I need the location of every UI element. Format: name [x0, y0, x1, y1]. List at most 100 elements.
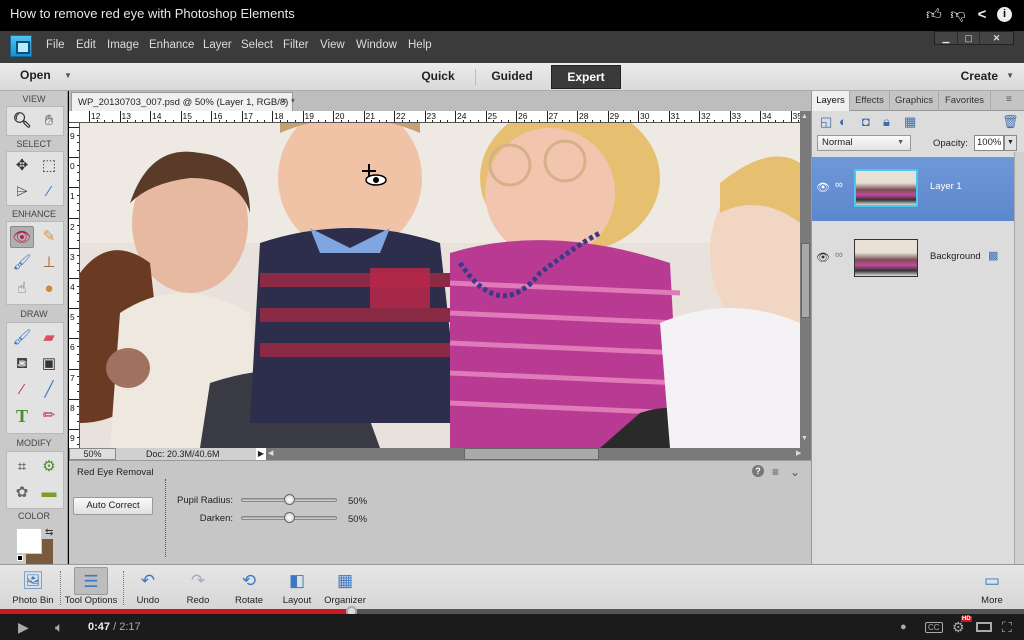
scroll-left-icon[interactable]: ◀ — [268, 448, 273, 460]
mode-tab-quick[interactable]: Quick — [405, 65, 471, 89]
open-button[interactable]: Open — [20, 68, 51, 82]
quick-selection-tool-icon[interactable]: ⁄ — [37, 181, 61, 203]
options-menu-icon[interactable]: ≡ — [772, 465, 779, 479]
darken-slider-thumb[interactable] — [283, 512, 295, 523]
default-colors-icon[interactable] — [17, 555, 23, 561]
move-tool-icon[interactable]: ✥ — [10, 155, 34, 177]
watch-later-icon[interactable]: ● — [900, 621, 907, 633]
play-icon[interactable]: ▶ — [18, 619, 29, 636]
smart-brush-tool-icon[interactable]: 🖌︎ — [10, 252, 34, 274]
menu-select[interactable]: Select — [241, 39, 273, 51]
create-button[interactable]: Create — [961, 69, 998, 83]
create-dropdown-icon[interactable]: ▼ — [1006, 71, 1014, 80]
opacity-input[interactable]: 100% — [974, 135, 1004, 151]
marquee-tool-icon[interactable]: ⬚ — [37, 155, 61, 177]
eraser-tool-icon[interactable]: ▰ — [37, 327, 61, 349]
straighten-tool-icon[interactable]: ▬ — [37, 482, 61, 504]
share-icon[interactable]: < — [973, 6, 991, 24]
mode-tab-expert[interactable]: Expert — [551, 65, 621, 89]
zoom-level-field[interactable]: 50% — [69, 448, 116, 460]
minimize-button[interactable]: ▁ — [935, 32, 957, 45]
link-icon[interactable]: ∞ — [835, 249, 843, 261]
document-tab[interactable]: WP_20130703_007.psd @ 50% (Layer 1, RGB/… — [71, 92, 295, 111]
tool-options-button[interactable]: ☰ Tool Options — [62, 567, 120, 609]
lasso-tool-icon[interactable]: ⌲ — [10, 181, 34, 203]
mode-tab-guided[interactable]: Guided — [479, 65, 545, 89]
link-icon[interactable]: ∞ — [835, 179, 843, 191]
visibility-eye-icon[interactable]: 👁︎ — [816, 251, 830, 264]
redo-button[interactable]: ↷ Redo — [178, 567, 218, 609]
panel-menu-icon[interactable]: ≡ — [1006, 94, 1012, 105]
crop-tool-icon[interactable]: ⌗ — [10, 456, 34, 478]
close-document-icon[interactable]: × — [281, 96, 287, 107]
more-button[interactable]: ▭ More — [972, 567, 1012, 609]
new-layer-icon[interactable]: ◱ — [820, 114, 832, 130]
info-icon[interactable]: i — [997, 7, 1012, 22]
scroll-right-icon[interactable]: ▶ — [796, 448, 801, 460]
close-button[interactable]: ✕ — [979, 32, 1013, 45]
vertical-scrollbar[interactable]: ▲ ▼ — [800, 111, 811, 448]
menu-edit[interactable]: Edit — [76, 39, 96, 51]
red-eye-removal-tool-icon[interactable]: 👁︎ — [10, 226, 34, 248]
open-dropdown-icon[interactable]: ▼ — [64, 71, 72, 80]
blend-mode-select[interactable]: Normal ▼ — [817, 135, 911, 151]
clone-stamp-tool-icon[interactable]: ⊥ — [37, 252, 61, 274]
theater-mode-icon[interactable] — [976, 622, 992, 632]
tab-favorites[interactable]: Favorites — [939, 91, 991, 111]
status-menu-arrow-icon[interactable]: ▶ — [256, 448, 266, 460]
thumbs-up-icon[interactable]: 👍︎ — [925, 6, 943, 24]
adjustment-layer-icon[interactable]: ◐ — [839, 114, 847, 129]
menu-help[interactable]: Help — [408, 39, 432, 51]
swap-colors-icon[interactable]: ⇆ — [45, 527, 53, 538]
layer-row-layer-1[interactable]: 👁︎ ∞ Layer 1 — [812, 157, 1014, 221]
menu-window[interactable]: Window — [356, 39, 397, 51]
opacity-dropdown-icon[interactable]: ▼ — [1004, 135, 1017, 151]
rotate-button[interactable]: ⟲ Rotate — [228, 567, 270, 609]
tab-graphics[interactable]: Graphics — [890, 91, 939, 111]
menu-file[interactable]: File — [46, 39, 65, 51]
collapse-chevron-icon[interactable]: ⌄ — [790, 465, 800, 479]
captions-icon[interactable]: CC — [925, 622, 943, 633]
hand-tool-icon[interactable]: ✋︎ — [37, 110, 61, 132]
lock-all-icon[interactable]: 🔒︎ — [883, 114, 890, 130]
panel-scrollbar[interactable] — [1014, 152, 1024, 564]
menu-image[interactable]: Image — [107, 39, 139, 51]
menu-filter[interactable]: Filter — [283, 39, 309, 51]
foreground-color-swatch[interactable] — [16, 528, 42, 554]
volume-icon[interactable]: 🔈︎ — [55, 619, 63, 636]
lock-transparency-icon[interactable]: ▦ — [904, 114, 916, 130]
brush-tool-icon[interactable]: 🖌︎ — [10, 327, 34, 349]
gradient-tool-icon[interactable]: ▣ — [37, 353, 61, 375]
blur-tool-icon[interactable]: ☝︎ — [10, 278, 34, 300]
sponge-tool-icon[interactable]: ● — [37, 278, 61, 300]
menu-layer[interactable]: Layer — [203, 39, 232, 51]
thumbs-down-icon[interactable]: 👎︎ — [949, 6, 967, 24]
video-title[interactable]: How to remove red eye with Photoshop Ele… — [10, 6, 295, 21]
content-aware-move-tool-icon[interactable]: ✿ — [10, 482, 34, 504]
scroll-up-icon[interactable]: ▲ — [801, 113, 808, 120]
pupil-radius-slider-thumb[interactable] — [283, 494, 295, 505]
menu-enhance[interactable]: Enhance — [149, 39, 194, 51]
paint-bucket-tool-icon[interactable]: ⛾ — [10, 353, 34, 375]
visibility-eye-icon[interactable]: 👁︎ — [816, 181, 830, 194]
type-tool-icon[interactable]: T — [10, 405, 34, 427]
scroll-down-icon[interactable]: ▼ — [801, 435, 808, 442]
recompose-tool-icon[interactable]: ⚙︎ — [37, 456, 61, 478]
layer-mask-icon[interactable]: ◘ — [862, 114, 870, 129]
image-canvas[interactable] — [80, 123, 800, 448]
color-picker-tool-icon[interactable]: ⁄ — [10, 379, 34, 401]
line-tool-icon[interactable]: ╱ — [37, 379, 61, 401]
pencil-tool-icon[interactable]: ✏︎ — [37, 405, 61, 427]
exit-fullscreen-icon[interactable]: ⛶ — [1002, 619, 1012, 636]
maximize-button[interactable]: ▢ — [957, 32, 979, 45]
auto-correct-button[interactable]: Auto Correct — [73, 497, 153, 515]
photo-bin-button[interactable]: 🖼︎ Photo Bin — [8, 567, 58, 609]
spot-healing-tool-icon[interactable]: ✎ — [37, 226, 61, 248]
menu-view[interactable]: View — [320, 39, 345, 51]
tab-effects[interactable]: Effects — [850, 91, 890, 111]
horizontal-scroll-thumb[interactable] — [464, 448, 599, 460]
undo-button[interactable]: ↶ Undo — [128, 567, 168, 609]
vertical-scroll-thumb[interactable] — [801, 243, 810, 318]
organizer-button[interactable]: ▦ Organizer — [322, 567, 368, 609]
help-icon[interactable]: ? — [752, 465, 764, 477]
